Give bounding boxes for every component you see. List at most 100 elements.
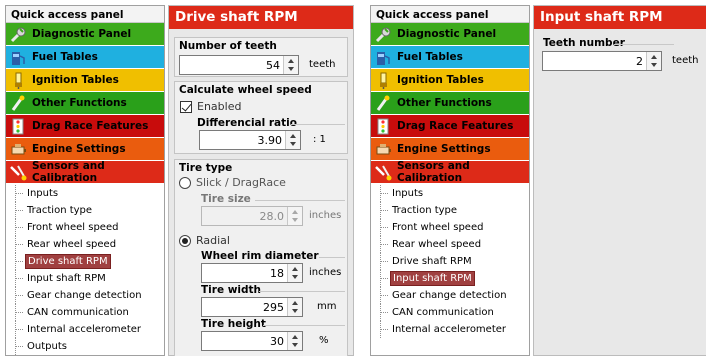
- fuel-icon: [9, 48, 28, 67]
- radial-radio[interactable]: [179, 235, 191, 247]
- tire-width-label: Tire width: [201, 284, 262, 296]
- spin-up-icon[interactable]: [292, 301, 298, 305]
- wrench-icon: [9, 25, 28, 44]
- quick-access-item-ignition-tables[interactable]: Ignition Tables: [371, 69, 529, 92]
- quick-access-item-label: Diagnostic Panel: [397, 28, 497, 40]
- slick-label: Slick / DragRace: [196, 176, 286, 189]
- quick-access-item-label: Sensors and Calibration: [397, 160, 470, 184]
- spin-arrows[interactable]: [287, 207, 302, 225]
- quick-access-item-fuel-tables[interactable]: Fuel Tables: [371, 46, 529, 69]
- quick-access-item-ignition-tables[interactable]: Ignition Tables: [6, 69, 164, 92]
- quick-access-panel-left: Quick access panel Diagnostic Panel Fuel …: [5, 5, 165, 356]
- tree-item[interactable]: Outputs: [6, 338, 164, 355]
- quick-access-item-engine-settings[interactable]: Engine Settings: [6, 138, 164, 161]
- quick-access-item-fuel-tables[interactable]: Fuel Tables: [6, 46, 164, 69]
- quick-access-item-drag-race-features[interactable]: Drag Race Features: [6, 115, 164, 138]
- spin-up-icon[interactable]: [292, 267, 298, 271]
- tree-item[interactable]: Internal accelerometer: [6, 321, 164, 338]
- spin-down-icon[interactable]: [292, 343, 298, 347]
- ignition-icon: [374, 71, 393, 90]
- quick-access-item-label: Other Functions: [32, 97, 127, 109]
- tree-item[interactable]: Inputs: [371, 185, 529, 202]
- teeth-spinbox[interactable]: 54: [179, 55, 299, 75]
- spin-down-icon[interactable]: [290, 142, 296, 146]
- tree-item[interactable]: Gear change detection: [371, 287, 529, 304]
- tire-width-spinbox[interactable]: 295: [201, 297, 303, 317]
- quick-access-title: Quick access panel: [371, 6, 529, 23]
- quick-access-item-label: Ignition Tables: [397, 74, 484, 86]
- tree-item[interactable]: Input shaft RPM: [6, 270, 164, 287]
- tree-item-label: Traction type: [27, 205, 93, 216]
- rim-spinbox[interactable]: 18: [201, 263, 303, 283]
- quick-access-item-diagnostic-panel[interactable]: Diagnostic Panel: [6, 23, 164, 46]
- spin-arrows[interactable]: [287, 298, 302, 316]
- tire-height-spinbox[interactable]: 30: [201, 331, 303, 351]
- quick-access-item-sensors-and-calibration[interactable]: Sensors and Calibration: [371, 160, 529, 184]
- tree-item[interactable]: Rear wheel speed: [371, 236, 529, 253]
- tire-size-label: Tire size: [201, 193, 251, 205]
- quick-access-item-other-functions[interactable]: Other Functions: [371, 92, 529, 115]
- tree-item[interactable]: Inputs: [6, 185, 164, 202]
- tree-item-label: Inputs: [392, 188, 424, 199]
- tree-item-label: Rear wheel speed: [392, 239, 482, 250]
- tree-item[interactable]: Traction type: [371, 202, 529, 219]
- engine-icon: [374, 140, 393, 159]
- quick-access-item-other-functions[interactable]: Other Functions: [6, 92, 164, 115]
- tree-item-label: Outputs: [27, 341, 67, 352]
- quick-access-panel-right: Quick access panel Diagnostic Panel Fuel …: [370, 5, 530, 356]
- tire-width-value: 295: [263, 301, 284, 314]
- teeth-label: Number of teeth: [179, 40, 277, 52]
- spin-arrows[interactable]: [283, 56, 298, 74]
- slick-radio[interactable]: [179, 177, 191, 189]
- page-title: Drive shaft RPM: [169, 6, 353, 29]
- teeth-number-spinbox[interactable]: 2: [542, 51, 662, 71]
- tree-item[interactable]: Internal accelerometer: [371, 321, 529, 338]
- spin-down-icon[interactable]: [292, 309, 298, 313]
- spin-up-icon[interactable]: [290, 134, 296, 138]
- spin-up-icon[interactable]: [288, 59, 294, 63]
- fuel-icon: [374, 48, 393, 67]
- ratio-spinbox[interactable]: 3.90: [199, 130, 301, 150]
- tree-item[interactable]: Front wheel speed: [371, 219, 529, 236]
- spin-down-icon[interactable]: [292, 275, 298, 279]
- quick-access-item-sensors-and-calibration[interactable]: Sensors and Calibration: [6, 160, 164, 184]
- tree-item[interactable]: Rear wheel speed: [6, 236, 164, 253]
- tire-size-spinbox[interactable]: 28.0: [201, 206, 303, 226]
- tree-item[interactable]: CAN communication: [371, 304, 529, 321]
- tire-size-value: 28.0: [259, 210, 285, 223]
- tree-item-label: Rear wheel speed: [27, 239, 117, 250]
- sensor-icon: [374, 163, 393, 182]
- spin-arrows[interactable]: [646, 52, 661, 70]
- spin-up-icon[interactable]: [292, 335, 298, 339]
- spin-down-icon[interactable]: [292, 218, 298, 222]
- quick-access-item-label: Sensors and Calibration: [32, 160, 105, 184]
- spin-down-icon[interactable]: [651, 63, 657, 67]
- quick-access-item-diagnostic-panel[interactable]: Diagnostic Panel: [371, 23, 529, 46]
- tree-item[interactable]: CAN communication: [6, 304, 164, 321]
- divider: [263, 325, 345, 326]
- spin-arrows[interactable]: [287, 332, 302, 350]
- spin-arrows[interactable]: [287, 264, 302, 282]
- spin-down-icon[interactable]: [288, 67, 294, 71]
- enabled-checkbox[interactable]: [180, 101, 192, 113]
- teeth-unit: teeth: [309, 59, 336, 70]
- spin-arrows[interactable]: [285, 131, 300, 149]
- tire-width-unit: mm: [317, 301, 337, 312]
- tree-item[interactable]: Input shaft RPM: [371, 270, 529, 287]
- tree-item[interactable]: Front wheel speed: [6, 219, 164, 236]
- tree-item-label: Traction type: [392, 205, 458, 216]
- quick-access-item-label: Other Functions: [397, 97, 492, 109]
- teeth-group: Number of teeth 54 teeth: [174, 37, 348, 77]
- tire-type-group: Tire type Slick / DragRace Tire size 28.…: [174, 159, 348, 356]
- tree-item[interactable]: Traction type: [6, 202, 164, 219]
- quick-access-item-engine-settings[interactable]: Engine Settings: [371, 138, 529, 161]
- ratio-value: 3.90: [257, 134, 283, 147]
- spin-up-icon[interactable]: [292, 210, 298, 214]
- quick-access-item-drag-race-features[interactable]: Drag Race Features: [371, 115, 529, 138]
- spin-up-icon[interactable]: [651, 55, 657, 59]
- tree-item[interactable]: Drive shaft RPM: [371, 253, 529, 270]
- tree-item[interactable]: Gear change detection: [6, 287, 164, 304]
- divider: [255, 200, 345, 201]
- tree-item[interactable]: Drive shaft RPM: [6, 253, 164, 270]
- tree-item-label: Drive shaft RPM: [392, 256, 472, 267]
